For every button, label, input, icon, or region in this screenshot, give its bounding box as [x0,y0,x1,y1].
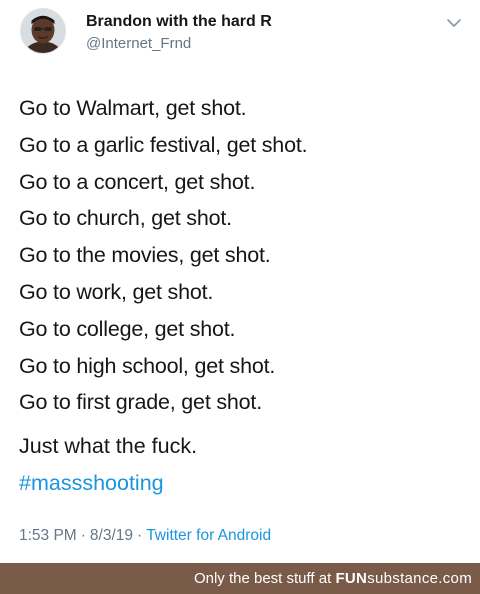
tweet-meta: 1:53 PM · 8/3/19 · Twitter for Android [19,526,271,546]
meta-separator: · [137,527,143,544]
tweet-header: Brandon with the hard R @Internet_Frnd [20,8,465,58]
meta-separator: · [80,527,86,544]
footer-text: Only the best stuff at FUNsubstance.com [194,569,472,589]
tweet-date[interactable]: 8/3/19 [90,527,133,544]
tweet-line: Go to work, get shot. [19,279,214,304]
tweet-line: Go to a concert, get shot. [19,169,256,194]
tweet-line: Go to high school, get shot. [19,353,276,378]
avatar[interactable] [20,8,66,54]
tweet-line: Go to first grade, get shot. [19,390,262,415]
brand-sub: substance [367,570,439,587]
tweet-time[interactable]: 1:53 PM [19,527,77,544]
user-names: Brandon with the hard R @Internet_Frnd [86,12,272,54]
tweet-body: Go to Walmart, get shot. Go to a garlic … [19,90,469,421]
tweet-line: Go to the movies, get shot. [19,243,271,268]
display-name[interactable]: Brandon with the hard R [86,12,272,32]
chevron-down-icon[interactable] [443,12,465,34]
hashtag-link[interactable]: #massshooting [19,465,164,501]
tweet-line: Go to a garlic festival, get shot. [19,132,308,157]
brand-logo[interactable]: FUNsubstance.com [335,570,472,587]
tweet-card: Brandon with the hard R @Internet_Frnd G… [0,0,480,563]
tweet-line: Go to church, get shot. [19,206,232,231]
brand-domain: .com [438,570,472,587]
avatar-portrait-icon [21,9,65,53]
tweet-line: Go to college, get shot. [19,316,236,341]
brand-main: FUN [335,570,368,587]
watermark-footer: Only the best stuff at FUNsubstance.com [0,563,480,594]
tweet-client-link[interactable]: Twitter for Android [146,527,271,544]
footer-tagline: Only the best stuff at [193,570,332,587]
user-handle[interactable]: @Internet_Frnd [86,34,272,54]
tweet-line: Go to Walmart, get shot. [19,96,247,120]
tweet-closing-line: Just what the fuck. [19,434,198,458]
